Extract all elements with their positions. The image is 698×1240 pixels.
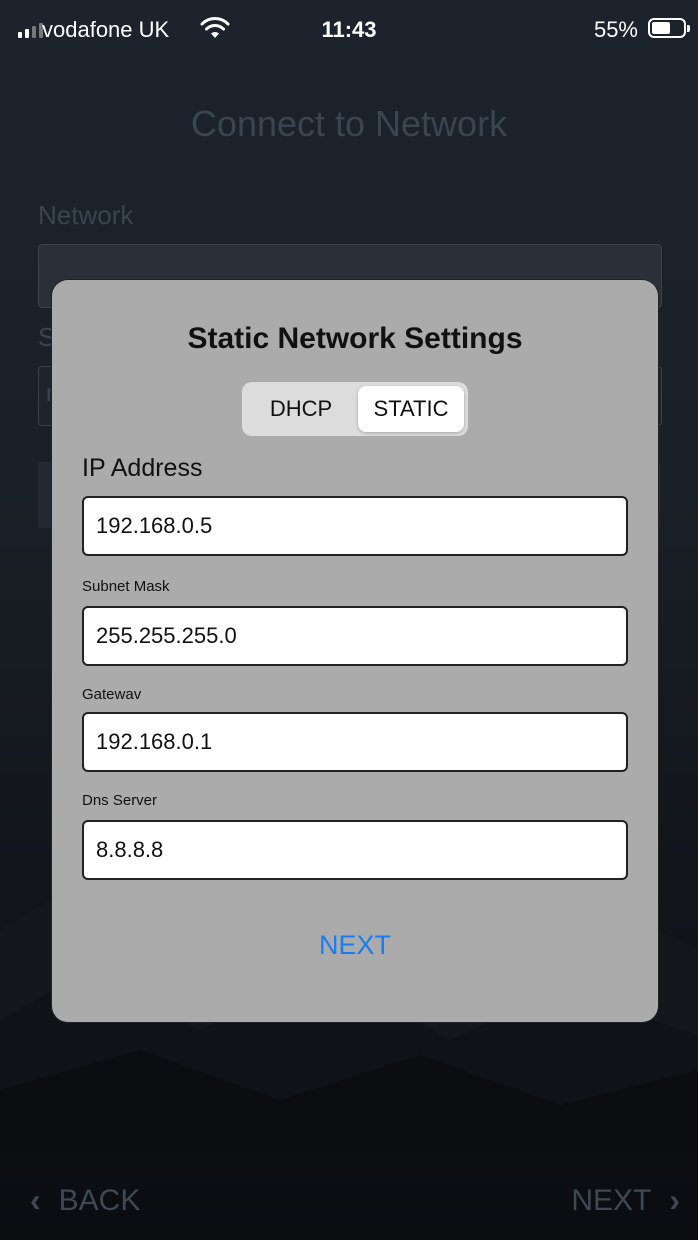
back-button[interactable]: ‹ BACK xyxy=(30,1182,140,1219)
dns-server-field[interactable] xyxy=(82,820,628,880)
next-button-background[interactable]: NEXT › xyxy=(571,1182,680,1219)
network-label: Network xyxy=(38,200,134,230)
subnet-mask-field[interactable] xyxy=(82,606,628,666)
segment-static[interactable]: STATIC xyxy=(358,386,464,432)
battery-icon xyxy=(648,18,690,38)
dialog-title: Static Network Settings xyxy=(187,322,523,355)
chevron-right-icon: › xyxy=(669,1182,680,1218)
next-button[interactable]: NEXT xyxy=(52,930,658,961)
static-network-settings-dialog: Static Network Settings DHCP STATIC IP A… xyxy=(52,280,658,1022)
back-label: BACK xyxy=(58,1183,141,1217)
gateway-field[interactable] xyxy=(82,712,628,772)
app-screen: vodafone UK 11:43 55% Connect to Network… xyxy=(0,0,698,1240)
ip-mode-segmented-control: DHCP STATIC xyxy=(242,382,468,436)
chevron-left-icon: ‹ xyxy=(30,1182,41,1218)
segment-dhcp[interactable]: DHCP xyxy=(246,386,356,432)
subnet-mask-label: Subnet Mask xyxy=(82,578,170,595)
ip-address-field[interactable] xyxy=(82,496,628,556)
battery-percentage: 55% xyxy=(593,17,638,42)
next-label: NEXT xyxy=(571,1183,652,1217)
dns-server-label: Dns Server xyxy=(82,792,158,809)
page-title: Connect to Network xyxy=(190,103,508,144)
status-bar: vodafone UK 11:43 55% xyxy=(0,0,698,60)
ip-address-label: IP Address xyxy=(82,454,203,482)
gateway-label: Gatewav xyxy=(82,686,142,703)
bottom-navigation: ‹ BACK NEXT › xyxy=(0,1160,698,1240)
